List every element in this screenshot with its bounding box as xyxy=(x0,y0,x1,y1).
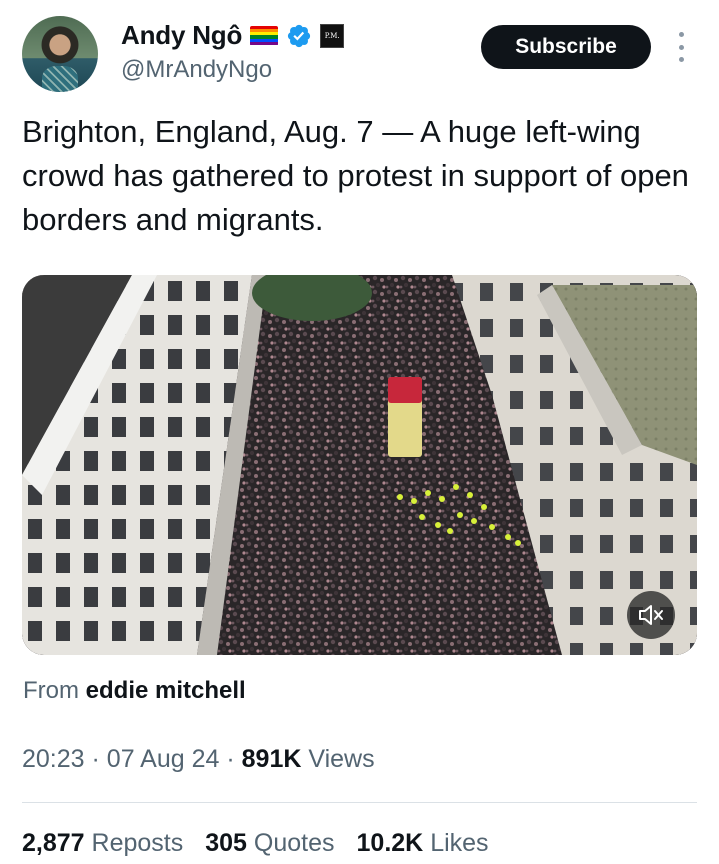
flag-stripe xyxy=(250,42,279,46)
author-display-name[interactable]: Andy Ngô xyxy=(121,20,242,51)
quotes-label: Quotes xyxy=(253,829,335,857)
divider xyxy=(22,802,697,803)
attribution-prefix: From xyxy=(23,677,79,704)
views-label: Views xyxy=(308,745,375,773)
author-handle[interactable]: @MrAndyNgo xyxy=(121,56,272,84)
author-avatar[interactable] xyxy=(22,16,98,92)
tweet-date[interactable]: 07 Aug 24 xyxy=(107,745,220,773)
reposts-stat[interactable]: 2,877 Reposts xyxy=(22,829,183,858)
likes-label: Likes xyxy=(430,829,489,857)
quotes-stat[interactable]: 305 Quotes xyxy=(205,829,334,858)
author-name-row: Andy Ngô P.M. xyxy=(121,20,345,51)
attribution-source-link[interactable]: eddie mitchell xyxy=(86,677,246,704)
likes-count: 10.2K xyxy=(356,829,424,857)
avatar-collar xyxy=(42,66,78,92)
more-dot xyxy=(678,32,684,37)
more-dot xyxy=(678,44,684,50)
tweet-time[interactable]: 20:23 xyxy=(22,745,85,773)
separator-dot: · xyxy=(226,745,242,773)
speaker-muted-icon xyxy=(639,605,663,625)
rainbow-flag-icon xyxy=(250,25,279,46)
engagement-stats: 2,877 Reposts 305 Quotes 10.2K Likes xyxy=(22,829,489,858)
reposts-count: 2,877 xyxy=(22,829,85,857)
likes-stat[interactable]: 10.2K Likes xyxy=(357,829,489,858)
video-attribution: From eddie mitchell xyxy=(23,677,246,705)
verified-badge-icon[interactable] xyxy=(286,23,312,49)
tweet-metadata: 20:23 · 07 Aug 24 · 891K Views xyxy=(22,745,375,774)
subscribe-button[interactable]: Subscribe xyxy=(481,25,651,69)
affiliation-badge[interactable]: P.M. xyxy=(320,23,345,48)
more-dot xyxy=(678,57,684,62)
video-frame-illustration xyxy=(22,275,697,655)
views-count: 891K xyxy=(241,745,302,773)
reposts-label: Reposts xyxy=(91,829,184,857)
more-options-icon[interactable] xyxy=(672,32,690,62)
tweet-text: Brighton, England, Aug. 7 — A huge left-… xyxy=(22,114,689,237)
tweet-video[interactable] xyxy=(22,275,697,655)
quotes-count: 305 xyxy=(205,829,247,857)
separator-dot: · xyxy=(91,745,107,773)
mute-toggle-icon[interactable] xyxy=(627,591,675,639)
